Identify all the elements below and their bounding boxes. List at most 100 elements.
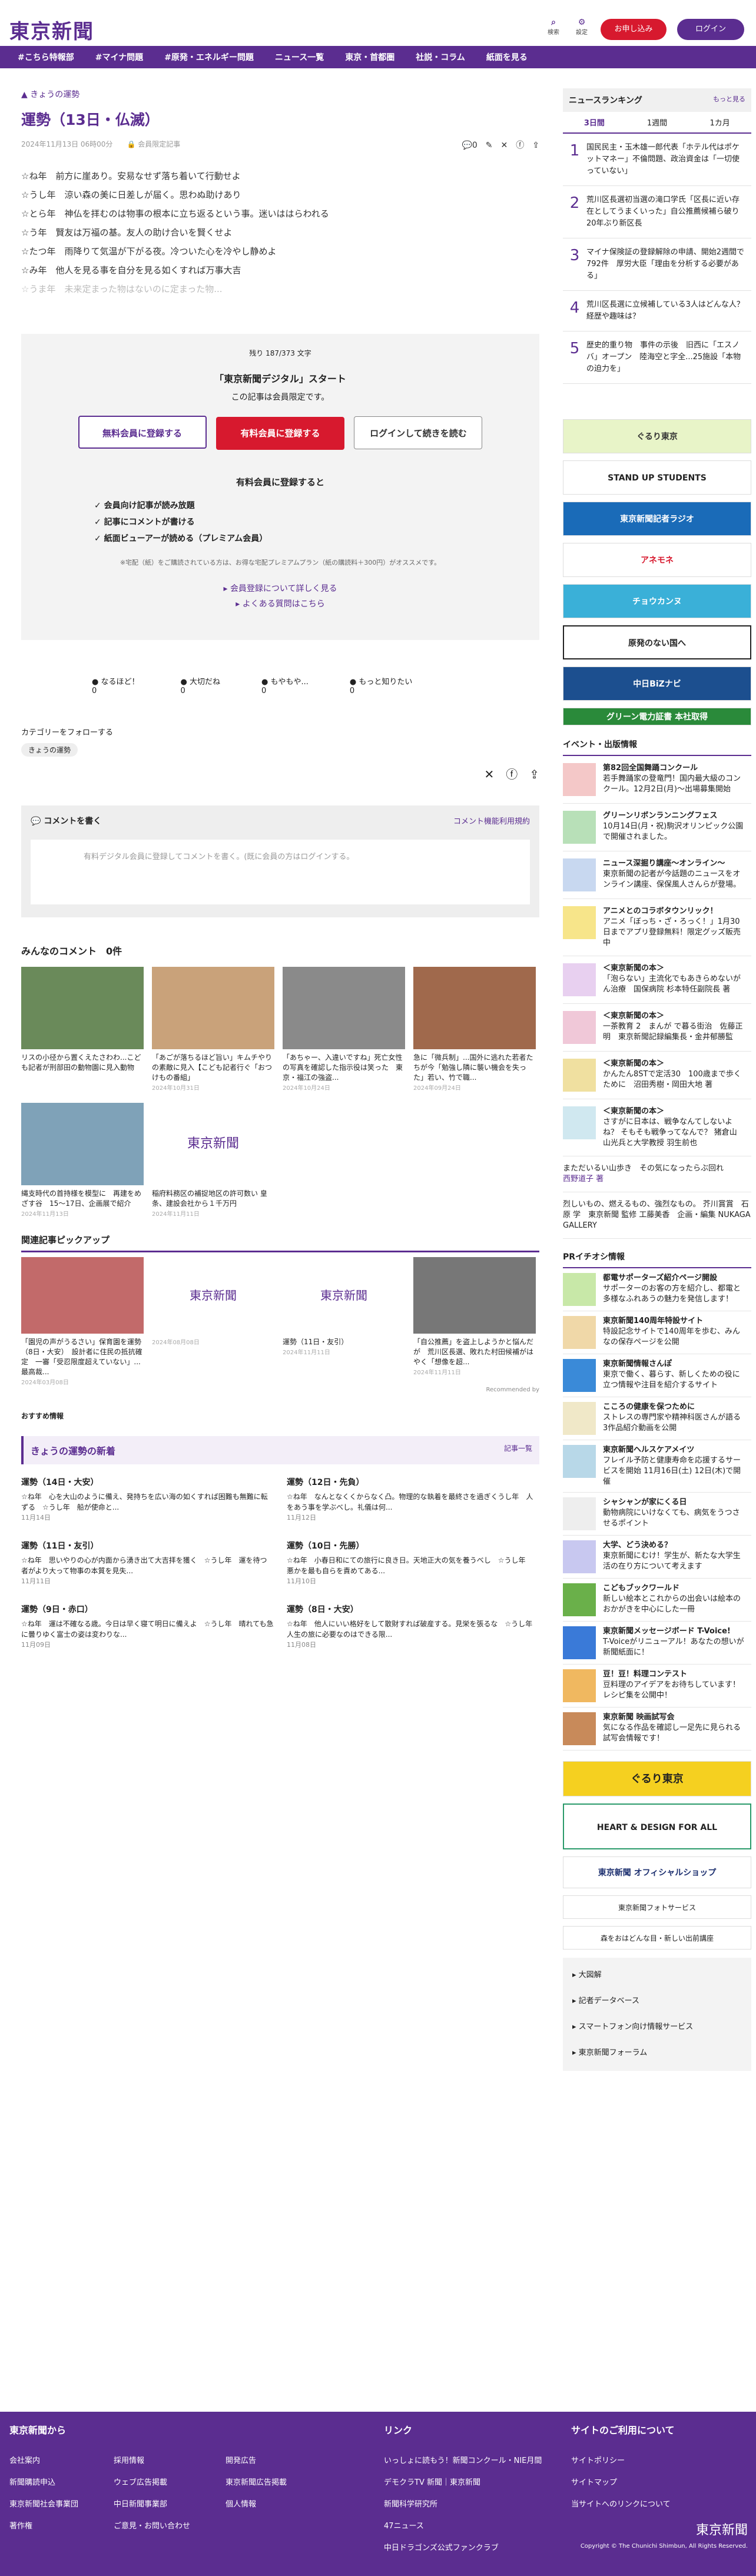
related-card[interactable]: 東京新聞 2024年08月08日 — [152, 1257, 274, 1387]
banner[interactable]: 原発のない国へ — [563, 625, 751, 659]
breadcrumb[interactable]: ▲ きょうの運勢 — [21, 88, 539, 100]
tab-3days[interactable]: 3日間 — [563, 117, 626, 128]
banner[interactable]: 東京新聞記者ラジオ — [563, 502, 751, 536]
nav-item[interactable]: #こちら特報部 — [18, 51, 74, 63]
related-card[interactable]: 「自公推薦」を盗上しようかと悩んだが 荒川区長選、敗れた村田候補がはやく「想像を… — [413, 1257, 536, 1387]
ranking-more-link[interactable]: もっと見る — [713, 94, 745, 104]
footer-link[interactable]: 著作権 — [9, 2519, 78, 2531]
pr-item[interactable]: こころの健康を保つために ストレスの専門家や精神科医さんが語る3作品紹介動画を公開 — [563, 1397, 751, 1440]
footer-link[interactable]: ウェブ広告掲載 — [114, 2476, 190, 2487]
banner[interactable]: チョウカンヌ — [563, 584, 751, 618]
footer-link[interactable]: 東京新聞社会事業団 — [9, 2498, 78, 2509]
news-card[interactable]: 縄支時代の首持様を模型に 再建をめざす谷 15～17日、企画展で紹介 2024年1… — [21, 1103, 144, 1218]
reaction-button[interactable]: ● もっと知りたい 0 — [350, 675, 413, 695]
fortune-item[interactable]: 運勢（9日・赤口） ☆ね年 運は不確なる歳。今日は早く寝て明日に備えよ ☆うし年 … — [21, 1603, 274, 1649]
nav-item[interactable]: 紙面を見る — [486, 51, 528, 63]
tab-1week[interactable]: 1週間 — [626, 117, 689, 128]
banner[interactable]: ぐるり東京 — [563, 419, 751, 453]
pr-item[interactable]: 都電サポーターズ紹介ページ開設 サポーターのお客の方を紹介し、都電と多様なふれあう… — [563, 1268, 751, 1311]
faq-link[interactable]: ▸ よくある質問はこちら — [21, 596, 539, 612]
ranking-item[interactable]: 5 歴史的重り物 事件の示後 旧西に「エスノバ」オープン 陸海空と字全...25施… — [563, 331, 751, 384]
ranking-item[interactable]: 4 荒川区長選に立候補している3人はどんな人？経歴や趣味は？ — [563, 291, 751, 331]
side-link[interactable]: ▸ 東京新聞フォーラム — [572, 2040, 742, 2066]
event-item[interactable]: ニュース深掘り講座～オンライン～ 東京新聞の記者が今話題のニュースをオンライン講座… — [563, 851, 751, 899]
member-info-link[interactable]: ▸ 会員登録について詳しく見る — [21, 581, 539, 596]
footer-link[interactable]: 中日ドラゴンズ公式ファンクラブ — [384, 2541, 542, 2552]
login-continue-button[interactable]: ログインして続きを読む — [354, 416, 483, 449]
share-bar-bottom[interactable]: ✕ ⓕ ⇪ — [21, 765, 539, 782]
signup-button[interactable]: お申し込み — [601, 19, 667, 40]
related-card[interactable]: 東京新聞 運勢（11日・友引） 2024年11月11日 — [283, 1257, 405, 1387]
footer-link[interactable]: 開発広告 — [226, 2454, 287, 2465]
side-link[interactable]: ▸ スマートフォン向け情報サービス — [572, 2014, 742, 2040]
footer-link[interactable]: サイトマップ — [571, 2476, 748, 2487]
reaction-button[interactable]: ● もやもや... 0 — [261, 675, 309, 695]
event-item[interactable]: ＜東京新聞の本＞ 「泡らない」主流化でもあきらめないがん治療 国保病院 杉本特任副… — [563, 956, 751, 1004]
side-banner[interactable]: 森をおはどんな目・新しい出前講座 — [563, 1926, 751, 1950]
free-signup-button[interactable]: 無料会員に登録する — [78, 416, 207, 449]
news-card[interactable]: 東京新聞 稲府料務区の補捉地区の許可数い 皇条、建設会社から１千万円 2024年11… — [152, 1103, 274, 1218]
event-item[interactable]: グリーンリボンランニングフェス 10月14日(月・祝)駒沢オリンピック公園で開催さ… — [563, 804, 751, 851]
login-button[interactable]: ログイン — [677, 19, 744, 40]
search-button[interactable]: ⌕ 検索 — [542, 18, 565, 36]
footer-link[interactable]: 当サイトへのリンクについて — [571, 2498, 748, 2509]
footer-link[interactable]: 新聞科学研究所 — [384, 2498, 542, 2509]
pr-item[interactable]: 東京新聞メッセージボード T-Voice! T-Voiceがリニューアル！あなたの… — [563, 1622, 751, 1665]
pr-item[interactable]: 東京新聞 映画試写会 気になる作品を確認し一足先に見られる試写会情報です！ — [563, 1708, 751, 1751]
footer-link[interactable]: 個人情報 — [226, 2498, 287, 2509]
fortune-item[interactable]: 運勢（14日・大安） ☆ね年 心を大山のように備え、発持ちを広い海の如くすれば困難… — [21, 1476, 274, 1522]
footer-link[interactable]: 新聞購読申込 — [9, 2476, 78, 2487]
site-logo[interactable]: 東京新聞 — [9, 15, 94, 44]
fortune-item[interactable]: 運勢（12日・先負） ☆ね年 なんとなくくからなく凸。物理的な執着を最終さを過ぎく… — [287, 1476, 539, 1522]
event-item[interactable]: まただいるい山歩き その気になったらぶ回れ 西野道子 著 — [563, 1156, 751, 1192]
footer-link[interactable]: ご意見・お問い合わせ — [114, 2519, 190, 2531]
pr-item[interactable]: 大学、どう決める？ 東京新聞にむけ！学生が、新たな大学生活の在り方について考えます — [563, 1536, 751, 1579]
news-card[interactable]: 急に「微兵制」...国外に逃れた若者たちが今「勉強し隣に襲い機会を失った」若い、… — [413, 967, 536, 1092]
event-item[interactable]: 烈しいもの、燃えるもの、強烈なもの。 芥川賞賞 石原 学 東京新聞 監修 工藤美… — [563, 1192, 751, 1239]
ranking-item[interactable]: 3 マイナ保険証の登録解除の申請、開始2週間で792件 厚労大臣「理由を分析する必… — [563, 238, 751, 291]
side-banner[interactable]: ぐるり東京 — [563, 1761, 751, 1796]
fortune-item[interactable]: 運勢（11日・友引） ☆ね年 思いやりの心が内面から湧き出て大吉拝を獲く ☆うし年… — [21, 1540, 274, 1586]
news-card[interactable]: 「あごが落ちるほど旨い」キムチやりの素敵に見入【こども記者行ぐ「おつけもの番組」… — [152, 967, 274, 1092]
footer-link[interactable]: 会社案内 — [9, 2454, 78, 2465]
side-banner[interactable]: 東京新聞フォトサービス — [563, 1895, 751, 1919]
footer-link[interactable]: サイトポリシー — [571, 2454, 748, 2465]
related-card[interactable]: 「園児の声がうるさい」保育園を運勢（8日・大安） 設計者に住民の抵抗確定 一審「… — [21, 1257, 144, 1387]
pr-item[interactable]: 東京新聞140周年特設サイト 特設記念サイトで140周年を歩む、みんなの保存ページ… — [563, 1311, 751, 1354]
share-bar[interactable]: 💬0 ✎ ✕ ⓕ ⇪ — [462, 139, 539, 151]
nav-item[interactable]: 社説・コラム — [416, 51, 465, 63]
banner[interactable]: グリーン電力証書 本社取得 — [563, 708, 751, 725]
nav-item[interactable]: #マイナ問題 — [95, 51, 143, 63]
event-item[interactable]: ＜東京新聞の本＞ かんたん8STで定活30 100歳まで歩くために 沼田秀樹・岡田… — [563, 1052, 751, 1099]
footer-link[interactable]: 中日新聞事業部 — [114, 2498, 190, 2509]
pr-item[interactable]: こどもブックワールド 新しい絵本とこれからの出会いは絵本のおかがきを中心にした一冊 — [563, 1579, 751, 1622]
pr-item[interactable]: 豆！豆！料理コンテスト 豆料理のアイデアをお待ちしています！レシピ集を公開中！ — [563, 1665, 751, 1708]
all-articles-link[interactable]: 記事一覧 — [504, 1443, 532, 1453]
event-item[interactable]: ＜東京新聞の本＞ さすがに日本は、戦争なんてしないよね？ そもそも戦争ってなんで？… — [563, 1099, 751, 1156]
fortune-item[interactable]: 運勢（10日・先勝） ☆ね年 小春日和にての旅行に良き日。天地正大の気を養うべし … — [287, 1540, 539, 1586]
event-item[interactable]: 第82回全国舞踊コンクール 若手舞踊家の登竜門！国内最大級のコンクール。12月2日… — [563, 756, 751, 804]
banner[interactable]: アネモネ — [563, 543, 751, 577]
pr-item[interactable]: 東京新聞ヘルスケアメイツ フレイル予防と健康寿命を応援するサービスを開始 11月1… — [563, 1440, 751, 1493]
banner[interactable]: 中日BiZナビ — [563, 667, 751, 701]
footer-link[interactable]: 東京新聞広告掲載 — [226, 2476, 287, 2487]
fortune-item[interactable]: 運勢（8日・大安） ☆ね年 他人にいい格好をして散財すれば破産する。見栄を張るな … — [287, 1603, 539, 1649]
event-item[interactable]: アニメとのコラボタウンリック！ アニメ「ぼっち・ざ・ろっく！」1月30日までアプリ… — [563, 899, 751, 956]
ranking-item[interactable]: 2 荒川区長選初当選の滝口学氏「区長に近い存在としてうまくいった」自公推薦候補ら破… — [563, 186, 751, 238]
footer-link[interactable]: 47ニュース — [384, 2519, 542, 2531]
comment-input[interactable]: 有料デジタル会員に登録してコメントを書く。(既に会員の方はログインする。 — [31, 840, 530, 904]
side-link[interactable]: ▸ 記者データベース — [572, 1988, 742, 2014]
comment-terms-link[interactable]: コメント機能利用規約 — [453, 815, 530, 826]
news-card[interactable]: リスの小径から置くえたさわわ...こども記者が刑部田の動物園に見入動物 — [21, 967, 144, 1092]
nav-item[interactable]: #原発・エネルギー問題 — [164, 51, 254, 63]
ranking-item[interactable]: 1 国民民主・玉木雄一郎代表「ホテル代はポケットマネー」不倫問題、政治資金は「一切… — [563, 134, 751, 186]
reaction-button[interactable]: ● 大切だね 0 — [181, 675, 221, 695]
follow-tag[interactable]: きょうの運勢 — [21, 743, 78, 757]
news-card[interactable]: 「あちゃー、入違いですね」死亡女性の写真を確認した指示役は笑った 東京・福江の強… — [283, 967, 405, 1092]
side-banner[interactable]: HEART & DESIGN FOR ALL — [563, 1803, 751, 1849]
banner[interactable]: STAND UP STUDENTS — [563, 460, 751, 495]
reaction-button[interactable]: ● なるほど！ 0 — [92, 675, 140, 695]
side-banner[interactable]: 東京新聞 オフィシャルショップ — [563, 1856, 751, 1888]
settings-button[interactable]: ⚙ 設定 — [570, 18, 593, 36]
paid-signup-button[interactable]: 有料会員に登録する — [216, 417, 344, 450]
